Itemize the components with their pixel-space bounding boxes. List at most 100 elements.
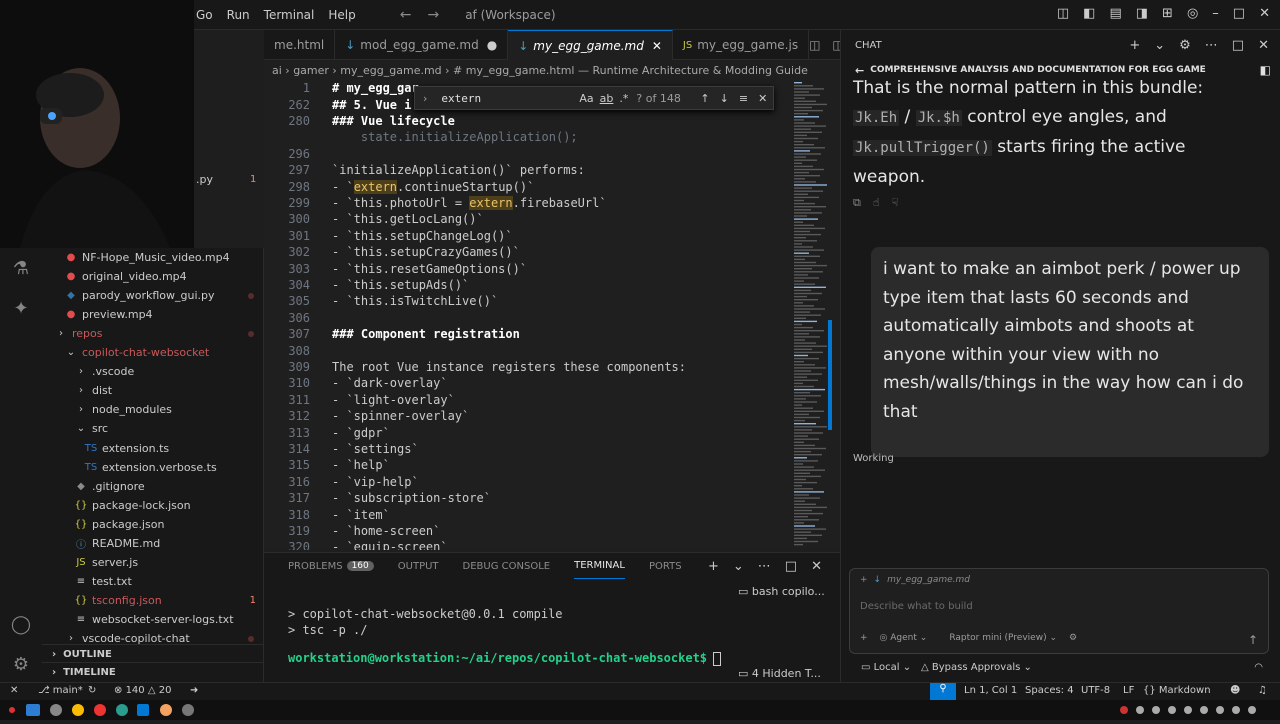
approvals-selector[interactable]: △ Bypass Approvals ⌄ — [921, 662, 1032, 673]
tree-item[interactable]: TS extension.ts — [42, 439, 264, 458]
tree-item[interactable]: JS server.js — [42, 553, 264, 572]
send-icon[interactable]: ↑ — [1248, 633, 1258, 647]
tools-icon[interactable]: ⚙ — [1069, 633, 1077, 643]
cursor-position[interactable]: Ln 1, Col 1 — [964, 685, 1017, 696]
local-selector[interactable]: ▭ Local ⌄ — [861, 662, 911, 673]
language-mode[interactable]: {} Markdown — [1143, 685, 1211, 696]
tab-terminal[interactable]: TERMINAL — [574, 553, 625, 579]
globe-icon[interactable]: ◎ — [1187, 6, 1198, 21]
tree-item[interactable]: ● NF-Hope_Music_video.mp4 — [42, 248, 264, 267]
port-forward-icon[interactable]: ➜ — [190, 685, 198, 696]
find-in-selection-icon[interactable]: ≡ — [739, 92, 748, 105]
maximize-panel-icon[interactable]: □ — [785, 559, 797, 574]
next-match-icon[interactable]: ↓ — [720, 92, 729, 105]
tab-my-egg-game-js[interactable]: JS my_egg_game.js — [673, 30, 810, 60]
customize-layout-icon[interactable]: ⊞ — [1162, 6, 1173, 21]
chat-dropdown-icon[interactable]: ⌄ — [1154, 38, 1165, 53]
add-context-icon[interactable]: + — [860, 575, 868, 585]
chat-close-icon[interactable]: ✕ — [1258, 38, 1269, 53]
minimap[interactable] — [790, 80, 840, 550]
model-selector[interactable]: Raptor mini (Preview) ⌄ — [949, 633, 1057, 643]
outline-section-header[interactable]: › OUTLINE — [42, 644, 264, 664]
breadcrumb[interactable]: ai › gamer › my_egg_game.md › # my_egg_g… — [264, 60, 840, 80]
forward-arrow-icon[interactable]: → — [427, 7, 439, 23]
close-find-icon[interactable]: ✕ — [758, 92, 767, 105]
python-icon[interactable]: ✦ — [0, 288, 42, 328]
tab-debug-console[interactable]: DEBUG CONSOLE — [463, 553, 551, 579]
panel-toggle-icon[interactable]: ▤ — [1109, 6, 1121, 21]
indentation[interactable]: Spaces: 4 — [1025, 685, 1074, 696]
tree-item[interactable]: › .vscode — [42, 362, 264, 381]
tab-output[interactable]: OUTPUT — [398, 553, 439, 579]
panel-more-icon[interactable]: ⋯ — [758, 559, 771, 574]
copy-icon[interactable]: ⧉ — [853, 196, 861, 210]
branch-indicator[interactable]: ⎇ main* — [38, 685, 83, 696]
tab-me-html[interactable]: me.html — [264, 30, 336, 60]
previous-match-icon[interactable]: ↑ — [700, 92, 709, 105]
terminal-output[interactable]: > copilot-chat-websocket@0.0.1 compile >… — [264, 579, 722, 683]
whole-word-icon[interactable]: ab — [600, 92, 614, 105]
close-tab-icon[interactable]: ✕ — [652, 39, 662, 53]
expand-replace-icon[interactable]: › — [423, 92, 427, 105]
sync-icon[interactable]: ↻ — [88, 685, 96, 696]
tab-ports[interactable]: PORTS — [649, 553, 682, 579]
zoom-icon[interactable]: ⚲ — [930, 683, 956, 700]
chat-input-box[interactable]: + ↓ my_egg_game.md Describe what to buil… — [849, 568, 1269, 654]
line-ending[interactable]: LF — [1123, 685, 1134, 696]
tree-item[interactable]: ◆ .gitignore — [42, 477, 264, 496]
tree-item[interactable]: › dist — [42, 381, 264, 400]
menu-terminal[interactable]: Terminal — [264, 8, 315, 22]
tree-item[interactable]: › repos — [42, 324, 264, 343]
timeline-section-header[interactable]: › TIMELINE — [42, 662, 264, 682]
new-chat-icon[interactable]: + — [1129, 38, 1140, 53]
tree-item[interactable]: ◆ parody_workflow_gui.py — [42, 286, 264, 305]
command-center-search[interactable]: af (Workspace) — [455, 4, 925, 26]
tree-item[interactable]: › node_modules — [42, 400, 264, 419]
tree-item[interactable]: {} package-lock.json — [42, 496, 264, 515]
thumbs-down-icon[interactable]: ☟ — [892, 196, 899, 210]
menu-run[interactable]: Run — [227, 8, 250, 22]
menu-help[interactable]: Help — [328, 8, 355, 22]
tree-item[interactable]: ⌄ copilot-chat-websocket — [42, 343, 264, 362]
code-editor[interactable]: 1 # my_egg_gar 262 ## 5. Vue i 280 ### Vue li… — [264, 80, 794, 550]
minimize-icon[interactable]: – — [1212, 6, 1219, 21]
find-input[interactable]: extern — [441, 92, 571, 105]
menu-go[interactable]: Go — [196, 8, 213, 22]
mode-selector[interactable]: ◎ Agent ⌄ — [880, 633, 928, 643]
match-case-icon[interactable]: Aa — [579, 92, 593, 105]
tree-item[interactable]: {} package.json — [42, 515, 264, 534]
attach-icon[interactable]: + — [860, 633, 868, 643]
layout-toggle-icon[interactable]: ◫ — [1057, 6, 1069, 21]
tree-item[interactable]: ⌄ src — [42, 419, 264, 438]
attached-file[interactable]: my_egg_game.md — [887, 575, 970, 585]
tree-item[interactable]: ⓘ README.md — [42, 534, 264, 553]
chat-maximize-icon[interactable]: □ — [1232, 38, 1244, 53]
terminal-instance-bash[interactable]: ▭ bash copilo... — [738, 585, 825, 598]
back-arrow-icon[interactable]: ← — [400, 7, 412, 23]
terminal-dropdown-icon[interactable]: ⌄ — [733, 559, 744, 574]
tree-item[interactable]: ● original_video.mp4 — [42, 267, 264, 286]
secondary-sidebar-icon[interactable]: ◨ — [1136, 6, 1148, 21]
notifications-icon[interactable]: ♫ — [1258, 685, 1267, 696]
open-preview-icon[interactable]: ◫ — [809, 38, 820, 52]
regex-icon[interactable]: .* — [619, 92, 628, 105]
tab-my-egg-game-md[interactable]: ↓ my_egg_game.md ✕ — [508, 30, 673, 60]
encoding[interactable]: UTF-8 — [1081, 685, 1110, 696]
tree-item[interactable]: {} tsconfig.json 1 — [42, 591, 264, 610]
tree-item[interactable]: TS extension.verbose.ts — [42, 458, 264, 477]
modified-dot-icon[interactable]: ● — [487, 38, 497, 52]
flask-icon[interactable]: ⚗ — [0, 248, 42, 288]
chat-input-field[interactable]: Describe what to build — [860, 601, 973, 612]
tree-item[interactable]: ● preview.mp4 — [42, 305, 264, 324]
chat-more-icon[interactable]: ⋯ — [1205, 38, 1218, 53]
new-terminal-icon[interactable]: + — [708, 559, 719, 574]
remote-icon[interactable]: ✕ — [10, 685, 18, 696]
chat-settings-icon[interactable]: ⚙ — [1179, 38, 1191, 53]
tab-problems[interactable]: PROBLEMS 160 — [288, 553, 374, 579]
close-window-icon[interactable]: ✕ — [1259, 6, 1270, 21]
tree-item[interactable]: ≡ test.txt — [42, 572, 264, 591]
sidebar-toggle-icon[interactable]: ◧ — [1083, 6, 1095, 21]
copilot-icon[interactable]: ☻ — [1230, 685, 1240, 696]
account-icon[interactable]: ◯ — [0, 604, 42, 644]
settings-gear-icon[interactable]: ⚙ — [0, 644, 42, 684]
